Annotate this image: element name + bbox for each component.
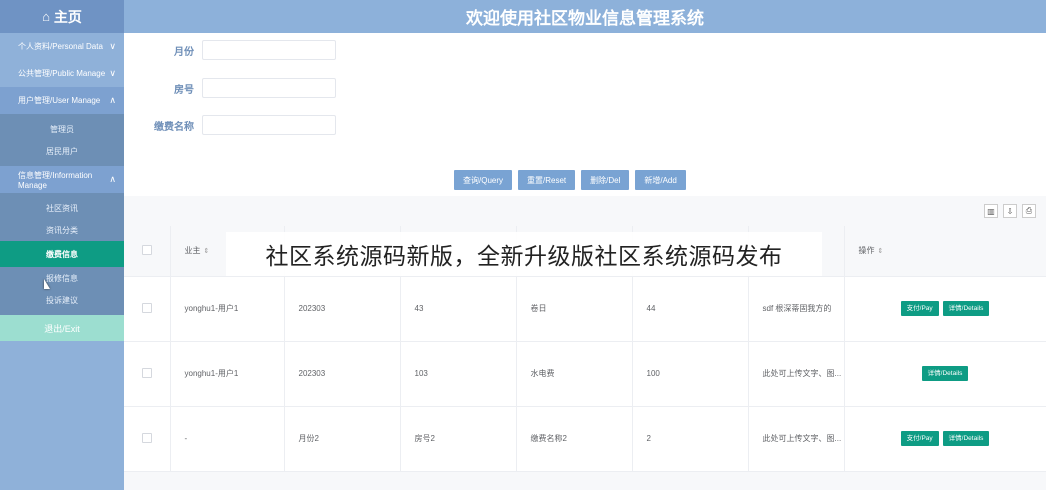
row-checkbox-cell — [124, 276, 171, 342]
row-checkbox-cell — [124, 341, 171, 407]
submenu-info: 社区资讯 资讯分类 缴费信息 报修信息 投诉建议 — [0, 193, 124, 315]
cell-owner: yonghu1-用户1 — [170, 276, 285, 342]
sidebar-exit[interactable]: 退出/Exit — [0, 315, 124, 341]
row-checkbox[interactable] — [141, 302, 152, 313]
table-row: yonghu1-用户1 202303 43 卷日 44 sdf 根深蒂固我方的 … — [124, 276, 1046, 342]
submenu-user: 管理员 居民用户 — [0, 114, 124, 166]
cell-remark: 此处可上传文字、图... — [748, 341, 845, 407]
menu-personal-data[interactable]: 个人资料/Personal Data ∨ — [0, 33, 124, 60]
chevron-down-icon: ∨ — [109, 68, 116, 78]
page-title: 欢迎使用社区物业信息管理系统 — [466, 9, 704, 28]
cell-month: 202303 — [284, 276, 401, 342]
chevron-up-icon: ∧ — [109, 95, 116, 105]
cell-room: 房号2 — [400, 406, 517, 472]
sidebar-item-complaint[interactable]: 投诉建议 — [0, 289, 124, 311]
room-input[interactable] — [202, 78, 336, 98]
cell-ops: 支付/Pay 详情/Details — [844, 406, 1046, 472]
sort-icon[interactable]: ⇕ — [204, 248, 210, 255]
cell-room: 103 — [400, 341, 517, 407]
table-tools: ▥ ⇩ ⎙ — [984, 204, 1036, 218]
room-label: 房号 — [174, 84, 194, 96]
sidebar-item-repair[interactable]: 报修信息 — [0, 267, 124, 289]
chevron-up-icon: ∧ — [109, 174, 116, 184]
menu-label: 公共管理/Public Manage — [18, 69, 106, 78]
sort-icon[interactable]: ⇕ — [878, 248, 884, 255]
cell-room: 43 — [400, 276, 517, 342]
header-ops-label: 操作 — [858, 246, 875, 256]
cell-ops: 详情/Details — [844, 341, 1046, 407]
cell-owner: yonghu1-用户1 — [170, 341, 285, 407]
header-ops: 操作 ⇕ — [844, 226, 1046, 277]
menu-user-manage[interactable]: 用户管理/User Manage ∧ — [0, 87, 124, 114]
menu-label: 信息管理/Information Manage — [18, 170, 93, 190]
mouse-cursor-icon — [44, 279, 50, 289]
row-checkbox[interactable] — [141, 432, 152, 443]
row-checkbox[interactable] — [141, 367, 152, 378]
cell-remark: 此处可上传文字、图... — [748, 406, 845, 472]
reset-button[interactable]: 重置/Reset — [518, 170, 576, 190]
home-label: 主页 — [53, 8, 82, 25]
delete-button[interactable]: 删除/Del — [581, 170, 630, 190]
fee-field-row: 缴费名称 — [140, 115, 336, 135]
menu-information-manage[interactable]: 信息管理/Information Manage ∧ — [0, 166, 124, 193]
header-checkbox-cell — [124, 226, 171, 277]
table-row: yonghu1-用户1 202303 103 水电费 100 此处可上传文字、图… — [124, 341, 1046, 407]
month-label: 月份 — [174, 46, 194, 58]
chevron-down-icon: ∨ — [109, 41, 116, 51]
cell-owner: - — [170, 406, 285, 472]
add-button[interactable]: 新增/Add — [635, 170, 686, 190]
pay-button[interactable]: 支付/Pay — [900, 431, 939, 446]
header-owner-label: 业主 — [184, 246, 201, 256]
home-icon: ⌂ — [42, 9, 50, 24]
details-button[interactable]: 详情/Details — [942, 301, 990, 316]
fee-name-input[interactable] — [202, 115, 336, 135]
page-header: 欢迎使用社区物业信息管理系统 — [124, 0, 1046, 33]
fee-name-label: 缴费名称 — [154, 121, 194, 133]
query-button[interactable]: 查询/Query — [454, 170, 513, 190]
banner-text: 社区系统源码新版，全新升级版社区系统源码发布 — [265, 244, 783, 270]
cell-fee-name: 水电费 — [516, 341, 633, 407]
details-button[interactable]: 详情/Details — [921, 366, 969, 381]
cell-amount: 2 — [632, 406, 749, 472]
sidebar-item-payment[interactable]: 缴费信息 — [0, 241, 124, 267]
sidebar-item-news[interactable]: 社区资讯 — [0, 197, 124, 219]
table-row: - 月份2 房号2 缴费名称2 2 此处可上传文字、图... 支付/Pay 详情/… — [124, 406, 1046, 472]
cell-amount: 44 — [632, 276, 749, 342]
details-button[interactable]: 详情/Details — [942, 431, 990, 446]
print-icon[interactable]: ⎙ — [1022, 204, 1036, 218]
row-checkbox-cell — [124, 406, 171, 472]
cell-amount: 100 — [632, 341, 749, 407]
month-field-row: 月份 — [140, 40, 336, 60]
action-bar: 查询/Query 重置/Reset 删除/Del 新增/Add — [454, 170, 686, 190]
cell-ops: 支付/Pay 详情/Details — [844, 276, 1046, 342]
cell-remark: sdf 根深蒂固我方的 — [748, 276, 845, 342]
sidebar-item-residents[interactable]: 居民用户 — [0, 140, 124, 162]
menu-label: 个人资料/Personal Data — [18, 42, 103, 51]
month-input[interactable] — [202, 40, 336, 60]
cell-month: 202303 — [284, 341, 401, 407]
sidebar-home[interactable]: ⌂ 主页 — [0, 0, 124, 33]
promo-banner: 社区系统源码新版，全新升级版社区系统源码发布 — [226, 232, 822, 276]
sidebar-item-news-category[interactable]: 资讯分类 — [0, 219, 124, 241]
cell-fee-name: 缴费名称2 — [516, 406, 633, 472]
menu-public-manage[interactable]: 公共管理/Public Manage ∨ — [0, 60, 124, 87]
pay-button[interactable]: 支付/Pay — [900, 301, 939, 316]
cell-fee-name: 卷日 — [516, 276, 633, 342]
sidebar-item-admin[interactable]: 管理员 — [0, 118, 124, 140]
select-all-checkbox[interactable] — [141, 244, 152, 255]
export-icon[interactable]: ⇩ — [1003, 204, 1017, 218]
columns-icon[interactable]: ▥ — [984, 204, 998, 218]
menu-label: 用户管理/User Manage — [18, 96, 101, 105]
sidebar: ⌂ 主页 个人资料/Personal Data ∨ 公共管理/Public Ma… — [0, 0, 124, 490]
cell-month: 月份2 — [284, 406, 401, 472]
room-field-row: 房号 — [140, 78, 336, 98]
